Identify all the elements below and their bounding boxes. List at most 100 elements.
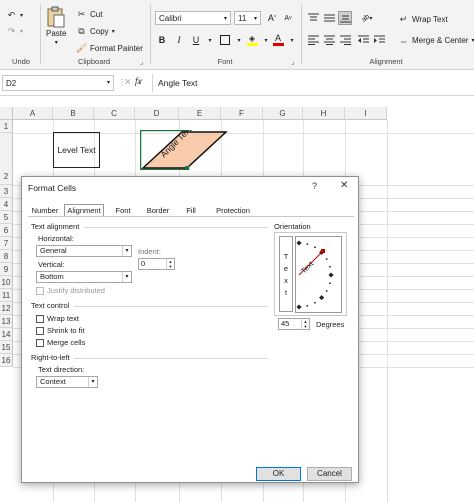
vertical-select[interactable]: Bottom ▾ [36, 271, 132, 283]
close-button[interactable]: ✕ [340, 180, 348, 191]
horizontal-select[interactable]: General ▾ [36, 245, 132, 257]
fill-color-button[interactable]: ◈ [245, 33, 259, 47]
row-header-8[interactable]: 8 [0, 250, 13, 263]
font-color-button[interactable]: A [271, 33, 285, 47]
row-header-4[interactable]: 4 [0, 198, 13, 211]
indent-spinner[interactable]: 0 ▲ ▼ [138, 258, 175, 270]
row-header-15[interactable]: 15 [0, 341, 13, 354]
row-header-14[interactable]: 14 [0, 328, 13, 341]
dial-tick[interactable] [306, 305, 309, 307]
checkbox-box [36, 314, 44, 323]
decrease-indent-icon [357, 35, 369, 43]
increase-indent-icon [373, 35, 385, 43]
row-header-3[interactable]: 3 [0, 185, 13, 198]
row-header-7[interactable]: 7 [0, 237, 13, 250]
dial-tick[interactable] [325, 258, 328, 260]
degrees-spinner[interactable]: 45 ▲ ▼ [278, 318, 310, 330]
bold-button[interactable]: B [155, 33, 169, 47]
copy-button[interactable]: ⧉ Copy ▾ [76, 26, 114, 37]
row-header-1[interactable]: 1 [0, 120, 13, 133]
formula-input[interactable]: Angle Text [158, 78, 198, 88]
borders-dropdown[interactable]: ▾ [232, 33, 246, 47]
column-header-c[interactable]: C [94, 107, 135, 120]
spinner-arrows-icon[interactable]: ▲ ▼ [301, 319, 309, 329]
orientation-dial[interactable]: Text [295, 236, 343, 314]
column-header-a[interactable]: A [13, 107, 53, 120]
insert-function-button[interactable]: fx [135, 76, 142, 86]
dial-tick[interactable] [306, 243, 309, 245]
orientation-button[interactable]: ab ▾ [356, 11, 378, 25]
dial-tick[interactable] [314, 246, 316, 249]
column-header-i[interactable]: I [345, 107, 387, 120]
row-header-9[interactable]: 9 [0, 263, 13, 276]
redo-button[interactable]: ↷ ▾ [6, 26, 23, 37]
justify-distributed-checkbox[interactable]: Justify distributed [36, 286, 105, 295]
row-header-11[interactable]: 11 [0, 289, 13, 302]
column-header-e[interactable]: E [179, 107, 221, 120]
wrap-text-button[interactable]: ↵ Wrap Text [398, 14, 448, 25]
top-align-button[interactable] [306, 11, 320, 25]
dial-tick[interactable] [325, 290, 328, 292]
help-button[interactable]: ? [312, 181, 317, 191]
column-header-h[interactable]: H [303, 107, 345, 120]
chevron-down-icon: ▾ [106, 80, 110, 86]
column-header-f[interactable]: F [221, 107, 263, 120]
shrink-font-button[interactable]: Av [281, 11, 295, 25]
merge-cells-checkbox[interactable]: Merge cells [36, 338, 85, 347]
shrink-to-fit-checkbox[interactable]: Shrink to fit [36, 326, 85, 335]
increase-indent-button[interactable] [372, 33, 386, 47]
align-right-button[interactable] [338, 33, 352, 47]
row-header-6[interactable]: 6 [0, 224, 13, 237]
underline-button[interactable]: U [189, 33, 203, 47]
wrap-text-checkbox[interactable]: Wrap text [36, 314, 79, 323]
merge-center-button[interactable]: ⇔ Merge & Center ▾ [398, 35, 474, 46]
column-header-g[interactable]: G [263, 107, 303, 120]
separator [150, 4, 151, 64]
font-color-dropdown[interactable]: ▾ [285, 33, 299, 47]
row-header-12[interactable]: 12 [0, 302, 13, 315]
dial-tick[interactable] [314, 301, 316, 304]
decrease-indent-button[interactable] [356, 33, 370, 47]
middle-align-button[interactable] [322, 11, 336, 25]
font-size-combo[interactable]: 11 ▾ [234, 11, 261, 25]
spinner-arrows-icon[interactable]: ▲ ▼ [166, 259, 174, 269]
dial-tick[interactable] [329, 265, 331, 268]
text-direction-select[interactable]: Context ▾ [36, 376, 98, 388]
dial-tick[interactable] [329, 282, 331, 285]
dialog-title: Format Cells [28, 183, 77, 193]
select-all-corner[interactable] [0, 107, 13, 120]
scissors-icon: ✂ [77, 9, 86, 19]
cut-button[interactable]: ✂ Cut [76, 9, 103, 20]
angle-handle[interactable] [321, 249, 325, 253]
copy-icon: ⧉ [78, 26, 85, 36]
row-header-16[interactable]: 16 [0, 354, 13, 367]
cancel-button[interactable]: Cancel [307, 467, 352, 481]
column-header-d[interactable]: D [135, 107, 179, 120]
cell-b2[interactable]: Level Text [53, 132, 100, 168]
undo-group-label: Undo [12, 57, 30, 66]
grow-font-button[interactable]: A ^ [265, 11, 279, 25]
align-left-button[interactable] [306, 33, 320, 47]
bottom-align-button[interactable] [338, 11, 352, 25]
undo-button[interactable]: ↶ ▾ [6, 10, 23, 21]
ok-button[interactable]: OK [256, 467, 301, 481]
font-name-combo[interactable]: Calibri ▾ [155, 11, 231, 25]
align-center-button[interactable] [322, 33, 336, 47]
format-painter-button[interactable]: 🖌 Format Painter [76, 43, 143, 54]
italic-button[interactable]: I [172, 33, 186, 47]
underline-dropdown[interactable]: ▾ [203, 33, 217, 47]
column-header-b[interactable]: B [53, 107, 94, 120]
cancel-icon[interactable]: ✕ [124, 77, 132, 88]
row-header-10[interactable]: 10 [0, 276, 13, 289]
row-header-13[interactable]: 13 [0, 315, 13, 328]
paste-icon [46, 6, 66, 28]
clipboard-launcher-icon[interactable]: ⌟ [140, 58, 148, 66]
row-header-2[interactable]: 2 [0, 133, 13, 185]
row-header-5[interactable]: 5 [0, 211, 13, 224]
name-box[interactable]: D2 ▾ [2, 75, 114, 91]
borders-button[interactable] [218, 33, 232, 47]
font-launcher-icon[interactable]: ⌟ [291, 58, 299, 66]
paste-button[interactable]: Paste ▾ [46, 6, 66, 46]
vertical-text-button[interactable]: T e x t [279, 236, 293, 312]
cell-d2[interactable]: Angle Text [140, 130, 230, 170]
